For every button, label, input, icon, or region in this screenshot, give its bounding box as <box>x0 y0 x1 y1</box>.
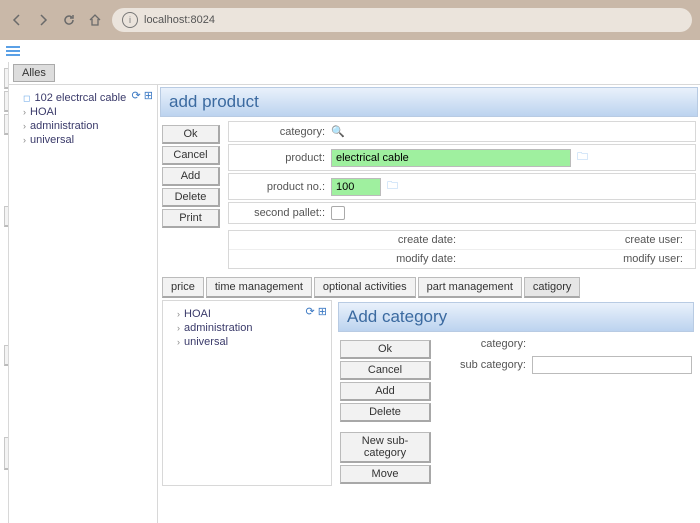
cat-label: category: <box>436 338 532 350</box>
delete-button[interactable]: Delete <box>162 188 220 207</box>
browser-chrome: i localhost:8024 <box>0 0 700 40</box>
tree-item[interactable]: › HOAI <box>167 307 327 321</box>
cancel-button[interactable]: Cancel <box>340 361 431 380</box>
expand-icon[interactable]: ⊞ <box>318 306 327 318</box>
reload-icon[interactable] <box>60 11 78 29</box>
create-date-label: create date: <box>235 234 462 246</box>
url-text: localhost:8024 <box>144 14 215 26</box>
add-category-title: Add category <box>338 302 694 332</box>
create-user-label: create user: <box>462 234 689 246</box>
alles-button[interactable]: Alles <box>13 64 55 82</box>
tab-optional-activities[interactable]: optional activities <box>314 277 416 298</box>
product-label: product: <box>235 152 331 164</box>
add-button[interactable]: Add <box>340 382 431 401</box>
new-sub-category-button[interactable]: New sub-category <box>340 432 431 463</box>
search-icon[interactable]: 🔍 <box>331 125 345 138</box>
expand-icon[interactable]: ⊞ <box>144 90 153 102</box>
tree-item-label: administration <box>30 120 98 132</box>
folder-icon[interactable]: 🗀 <box>577 148 588 167</box>
delete-button[interactable]: Delete <box>340 403 431 422</box>
add-product-title: add product <box>160 87 698 117</box>
document-icon: ◻ <box>23 93 30 104</box>
productno-label: product no.: <box>235 181 331 193</box>
secondpallet-checkbox[interactable] <box>331 206 345 220</box>
productno-input[interactable] <box>331 178 381 196</box>
chevron-right-icon: › <box>23 135 26 145</box>
chevron-right-icon: › <box>177 323 180 333</box>
chevron-right-icon: › <box>23 121 26 131</box>
category-label: category: <box>235 126 331 138</box>
info-icon: i <box>122 12 138 28</box>
product-tree: ⟳ ⊞ ◻ 102 electrcal cable › HOAI › administra… <box>9 85 158 523</box>
tab-time-management[interactable]: time management <box>206 277 312 298</box>
back-icon[interactable] <box>8 11 26 29</box>
subcat-label: sub category: <box>436 359 532 371</box>
subcategory-input[interactable] <box>532 356 692 374</box>
move-button[interactable]: Move <box>340 465 431 484</box>
secondpallet-label: second pallet:: <box>235 207 331 219</box>
tree-item-label: universal <box>184 336 228 348</box>
tree-item[interactable]: › administration <box>13 119 153 133</box>
tab-part-management[interactable]: part management <box>418 277 522 298</box>
tree-item-label: 102 electrcal cable <box>34 92 126 104</box>
home-icon[interactable] <box>86 11 104 29</box>
tab-price[interactable]: price <box>162 277 204 298</box>
ok-button[interactable]: Ok <box>162 125 220 144</box>
main-panel: add product Ok Cancel Add Delete Print categ… <box>158 85 700 523</box>
folder-icon[interactable]: 🗀 <box>387 177 398 196</box>
tree-item[interactable]: › HOAI <box>13 105 153 119</box>
chevron-right-icon: › <box>23 107 26 117</box>
tab-catigory[interactable]: catigory <box>524 277 581 298</box>
tree-item-label: universal <box>30 134 74 146</box>
address-bar[interactable]: i localhost:8024 <box>112 8 692 32</box>
add-button[interactable]: Add <box>162 167 220 186</box>
modify-date-label: modify date: <box>235 253 462 265</box>
category-tree: ⟳ ⊞ › HOAI › administration › universal <box>162 300 332 486</box>
tree-item[interactable]: › universal <box>13 133 153 147</box>
forward-icon[interactable] <box>34 11 52 29</box>
tree-item-label: HOAI <box>184 308 211 320</box>
hamburger-icon[interactable] <box>0 40 700 62</box>
chevron-right-icon: › <box>177 309 180 319</box>
cancel-button[interactable]: Cancel <box>162 146 220 165</box>
tree-item[interactable]: › universal <box>167 335 327 349</box>
refresh-icon[interactable]: ⟳ <box>306 306 315 318</box>
print-button[interactable]: Print <box>162 209 220 228</box>
toolbar: Alles <box>9 62 700 85</box>
chevron-right-icon: › <box>177 337 180 347</box>
refresh-icon[interactable]: ⟳ <box>132 90 141 102</box>
product-input[interactable] <box>331 149 571 167</box>
tree-item-label: HOAI <box>30 106 57 118</box>
tree-item[interactable]: › administration <box>167 321 327 335</box>
ok-button[interactable]: Ok <box>340 340 431 359</box>
sidebar: optionscontactsordersproductsoffer'sorde… <box>0 62 9 523</box>
tree-item-label: administration <box>184 322 252 334</box>
modify-user-label: modify user: <box>462 253 689 265</box>
